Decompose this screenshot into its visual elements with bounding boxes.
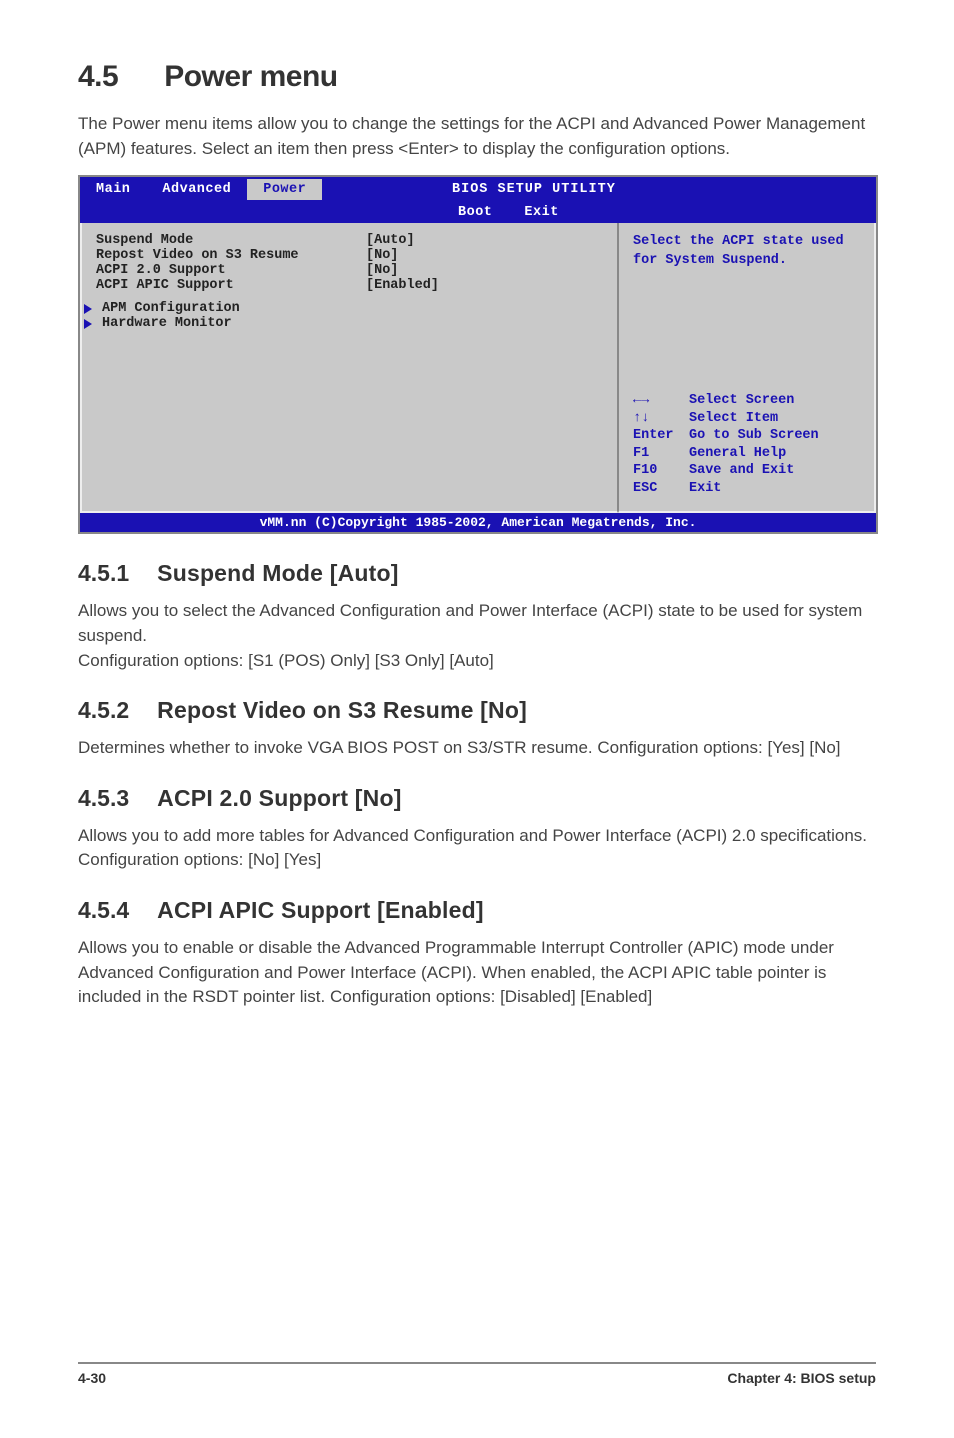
bios-item-value: [Auto] xyxy=(366,233,415,248)
bios-tab-boot: Boot xyxy=(452,202,508,223)
bios-tab-power: Power xyxy=(247,179,322,200)
key-desc: Save and Exit xyxy=(689,462,794,480)
h2-title: ACPI 2.0 Support [No] xyxy=(157,785,401,812)
bios-submenu-group: APM Configuration Hardware Monitor xyxy=(96,301,603,331)
h2-title: Suspend Mode [Auto] xyxy=(157,560,398,587)
bios-item-suspend: Suspend Mode [Auto] xyxy=(96,233,603,248)
bios-sub-label: APM Configuration xyxy=(102,301,240,316)
intro-paragraph: The Power menu items allow you to change… xyxy=(78,112,876,161)
page-heading: 4.5 Power menu xyxy=(78,60,876,94)
key-desc: General Help xyxy=(689,445,786,463)
section-heading-452: 4.5.2 Repost Video on S3 Resume [No] xyxy=(78,697,876,724)
key: F1 xyxy=(633,445,689,463)
bios-item-value: [No] xyxy=(366,248,398,263)
bios-tab-main: Main xyxy=(80,179,146,200)
bios-item-value: [No] xyxy=(366,263,398,278)
h1-title: Power menu xyxy=(164,60,337,94)
section-body-453: Allows you to add more tables for Advanc… xyxy=(78,824,876,873)
h2-title: ACPI APIC Support [Enabled] xyxy=(157,897,484,924)
bios-key-legend: ←→Select Screen ↑↓Select Item EnterGo to… xyxy=(633,392,862,497)
h2-number: 4.5.3 xyxy=(78,785,129,812)
bios-item-repost: Repost Video on S3 Resume [No] xyxy=(96,248,603,263)
h2-number: 4.5.1 xyxy=(78,560,129,587)
bios-sub-apm: APM Configuration xyxy=(96,301,603,316)
bios-item-label: ACPI 2.0 Support xyxy=(96,263,366,278)
bios-copyright: vMM.nn (C)Copyright 1985-2002, American … xyxy=(80,513,876,532)
bios-item-acpi20: ACPI 2.0 Support [No] xyxy=(96,263,603,278)
bios-body: Suspend Mode [Auto] Repost Video on S3 R… xyxy=(80,223,876,513)
section-body-452: Determines whether to invoke VGA BIOS PO… xyxy=(78,736,876,761)
key: Enter xyxy=(633,427,689,445)
bios-sub-hwmon: Hardware Monitor xyxy=(96,316,603,331)
key: ↑↓ xyxy=(633,410,689,428)
bios-right-pane: Select the ACPI state used for System Su… xyxy=(618,223,876,513)
section-heading-454: 4.5.4 ACPI APIC Support [Enabled] xyxy=(78,897,876,924)
page-number: 4-30 xyxy=(78,1370,106,1386)
bios-util-title: BIOS SETUP UTILITY xyxy=(452,182,616,197)
chapter-label: Chapter 4: BIOS setup xyxy=(727,1370,876,1386)
h2-number: 4.5.2 xyxy=(78,697,129,724)
bios-left-pane: Suspend Mode [Auto] Repost Video on S3 R… xyxy=(80,223,618,513)
bios-help-text: Select the ACPI state used for System Su… xyxy=(633,233,862,269)
key: F10 xyxy=(633,462,689,480)
key: ESC xyxy=(633,480,689,498)
key-desc: Go to Sub Screen xyxy=(689,427,819,445)
bios-item-label: ACPI APIC Support xyxy=(96,278,366,293)
key-desc: Exit xyxy=(689,480,721,498)
triangle-icon xyxy=(84,319,92,329)
bios-item-label: Repost Video on S3 Resume xyxy=(96,248,366,263)
key-desc: Select Item xyxy=(689,410,778,428)
h1-number: 4.5 xyxy=(78,60,118,94)
triangle-icon xyxy=(84,304,92,314)
h2-title: Repost Video on S3 Resume [No] xyxy=(157,697,527,724)
bios-tabs: Main Advanced Power xyxy=(80,179,452,200)
bios-item-value: [Enabled] xyxy=(366,278,439,293)
section-heading-453: 4.5.3 ACPI 2.0 Support [No] xyxy=(78,785,876,812)
bios-tabs-row2: Boot Exit xyxy=(80,201,876,223)
h2-number: 4.5.4 xyxy=(78,897,129,924)
section-body-451: Allows you to select the Advanced Config… xyxy=(78,599,876,673)
section-heading-451: 4.5.1 Suspend Mode [Auto] xyxy=(78,560,876,587)
bios-titlebar: Main Advanced Power BIOS SETUP UTILITY xyxy=(80,177,876,201)
section-body-454: Allows you to enable or disable the Adva… xyxy=(78,936,876,1010)
key-desc: Select Screen xyxy=(689,392,794,410)
bios-tab-advanced: Advanced xyxy=(146,179,247,200)
bios-screenshot: Main Advanced Power BIOS SETUP UTILITY B… xyxy=(78,175,878,534)
key: ←→ xyxy=(633,392,689,410)
bios-item-apic: ACPI APIC Support [Enabled] xyxy=(96,278,603,293)
bios-sub-label: Hardware Monitor xyxy=(102,316,232,331)
bios-tab-exit: Exit xyxy=(508,202,574,223)
page-footer: 4-30 Chapter 4: BIOS setup xyxy=(78,1362,876,1386)
bios-item-label: Suspend Mode xyxy=(96,233,366,248)
